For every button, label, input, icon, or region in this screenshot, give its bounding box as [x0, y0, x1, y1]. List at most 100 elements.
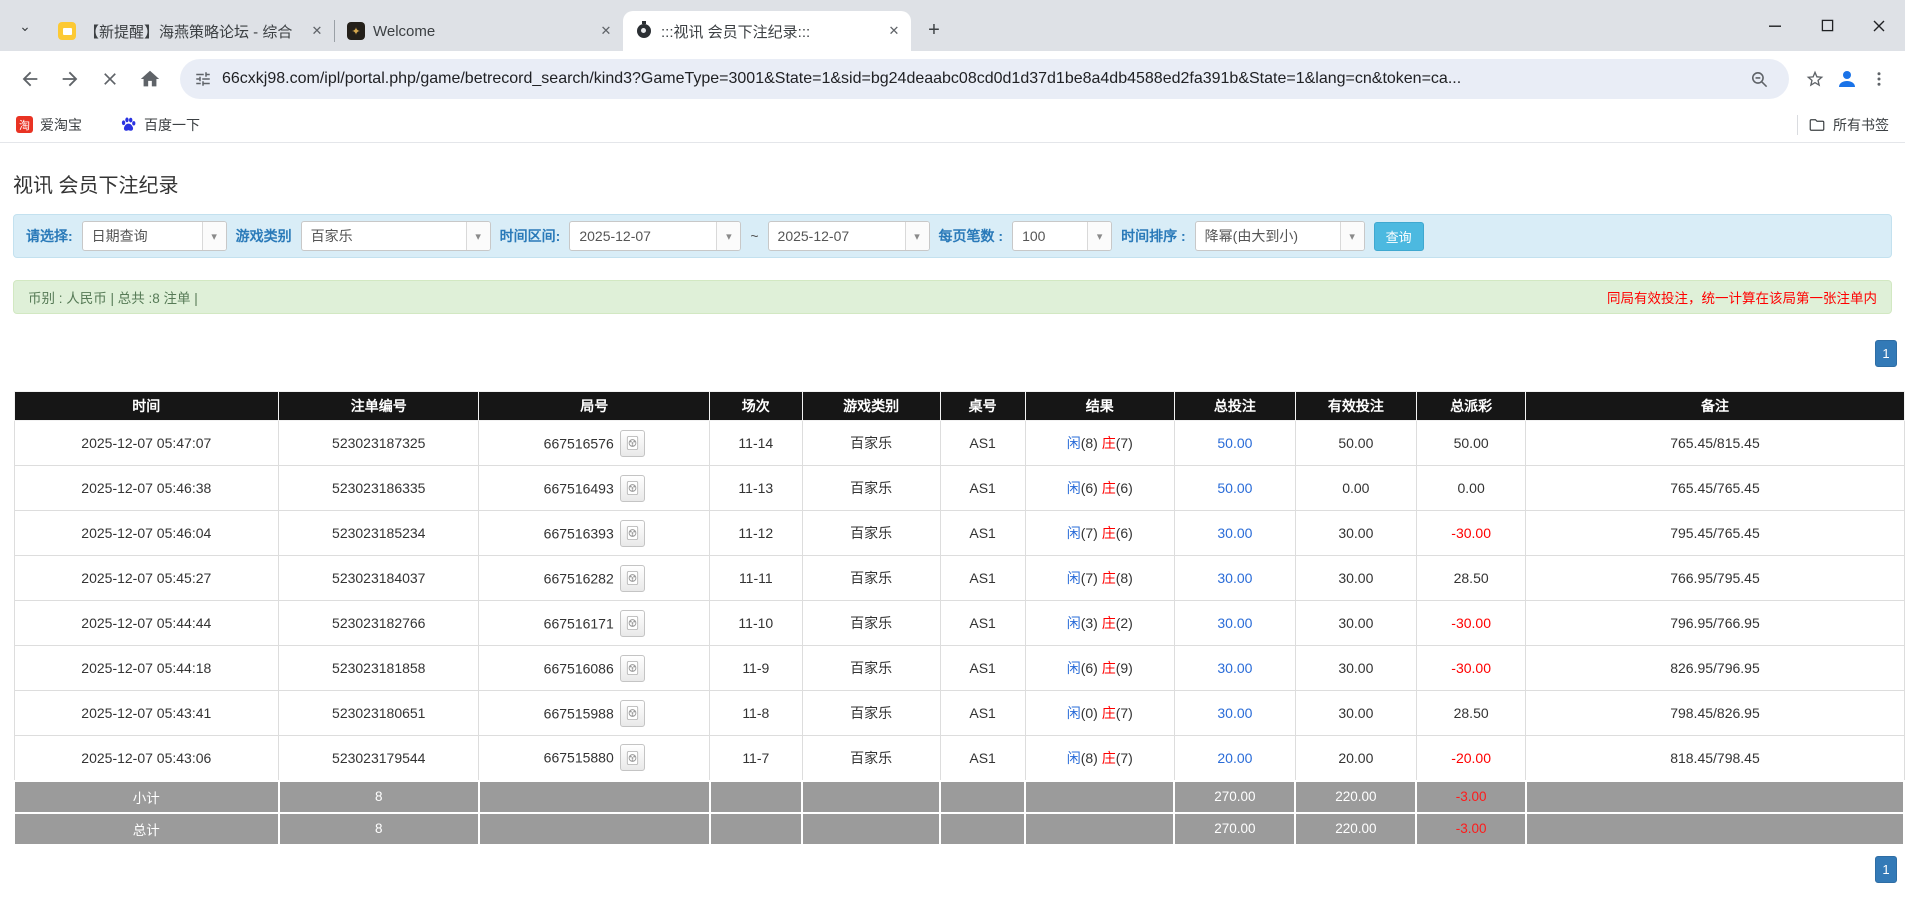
- filter-bar: 请选择: 日期查询 ▾ 游戏类别 百家乐 ▾ 时间区间: 2025-12-07 …: [13, 214, 1892, 258]
- bet-number-cell: 523023179544: [279, 736, 479, 781]
- bet-number-cell: 523023182766: [279, 601, 479, 646]
- table-header-row: 时间注单编号局号场次游戏类别桌号结果总投注有效投注总派彩备注: [14, 392, 1904, 421]
- maximize-button[interactable]: [1801, 0, 1853, 51]
- video-replay-button[interactable]: [620, 610, 645, 637]
- home-button[interactable]: [130, 59, 170, 99]
- bookmark-taobao[interactable]: 淘 爱淘宝: [16, 115, 82, 135]
- empty-cell: [940, 813, 1025, 845]
- session-cell: 11-12: [710, 511, 803, 556]
- forward-button[interactable]: [50, 59, 90, 99]
- result-cell: 闲(7) 庄(6): [1025, 511, 1174, 556]
- video-replay-button[interactable]: [620, 475, 645, 502]
- total-bet-link[interactable]: 30.00: [1217, 660, 1252, 676]
- banker-result: 庄: [1102, 435, 1116, 451]
- bookmark-baidu[interactable]: 百度一下: [120, 115, 200, 135]
- total-bet-cell: 50.00: [1174, 421, 1295, 466]
- bet-record-row: 2025-12-07 05:46:38523023186335667516493…: [14, 466, 1904, 511]
- all-bookmarks-button[interactable]: 所有书签: [1808, 115, 1889, 135]
- browser-menu-dots-icon[interactable]: [1863, 63, 1895, 95]
- stop-loading-button[interactable]: [90, 59, 130, 99]
- total-bet-link[interactable]: 30.00: [1217, 525, 1252, 541]
- currency-summary-text: 币别 : 人民币 | 总共 :8 注单 |: [28, 287, 198, 307]
- tab-welcome[interactable]: ✦ Welcome ✕: [335, 11, 623, 51]
- game-type-select[interactable]: 百家乐 ▾: [301, 221, 491, 251]
- valid-bet-cell: 30.00: [1295, 556, 1416, 601]
- page-size-value: 100: [1013, 222, 1087, 250]
- table-number-cell: AS1: [940, 421, 1025, 466]
- bet-time-cell: 2025-12-07 05:44:44: [14, 601, 279, 646]
- page-1-button[interactable]: 1: [1875, 856, 1897, 883]
- tab-forum[interactable]: 【新提醒】海燕策略论坛 - 综合 ✕: [46, 11, 334, 51]
- note-cell: 798.45/826.95: [1526, 691, 1904, 736]
- empty-cell: [479, 813, 710, 845]
- bookmark-label: 爱淘宝: [40, 115, 82, 135]
- valid-bet-cell: 20.00: [1295, 736, 1416, 781]
- tab-search-chevron-icon[interactable]: ⌄: [8, 9, 42, 43]
- page-1-button[interactable]: 1: [1875, 340, 1897, 367]
- tab-close-icon[interactable]: ✕: [308, 22, 326, 40]
- column-header: 局号: [479, 392, 710, 421]
- video-replay-button[interactable]: [620, 744, 645, 771]
- total-bet-link[interactable]: 20.00: [1217, 750, 1252, 766]
- profile-avatar[interactable]: [1831, 63, 1863, 95]
- tab-close-icon[interactable]: ✕: [597, 22, 615, 40]
- bet-record-row: 2025-12-07 05:43:06523023179544667515880…: [14, 736, 1904, 781]
- empty-cell: [710, 781, 803, 813]
- new-tab-button[interactable]: +: [919, 15, 949, 45]
- date-from-select[interactable]: 2025-12-07 ▾: [569, 221, 741, 251]
- total-bet-link[interactable]: 30.00: [1217, 615, 1252, 631]
- player-result: 闲: [1067, 615, 1081, 631]
- game-type-cell: 百家乐: [802, 421, 940, 466]
- note-cell: 795.45/765.45: [1526, 511, 1904, 556]
- tab-close-icon[interactable]: ✕: [885, 22, 903, 40]
- close-window-button[interactable]: [1853, 0, 1905, 51]
- welcome-favicon-icon: ✦: [347, 22, 365, 40]
- table-body: 2025-12-07 05:47:07523023187325667516576…: [14, 421, 1904, 781]
- round-number-cell: 667516493: [479, 466, 710, 511]
- result-cell: 闲(8) 庄(7): [1025, 421, 1174, 466]
- minimize-button[interactable]: [1749, 0, 1801, 51]
- bet-time-cell: 2025-12-07 05:46:04: [14, 511, 279, 556]
- result-cell: 闲(7) 庄(8): [1025, 556, 1174, 601]
- total-bet-link[interactable]: 50.00: [1217, 435, 1252, 451]
- video-replay-button[interactable]: [620, 520, 645, 547]
- total-label: 总计: [14, 813, 279, 845]
- date-to-select[interactable]: 2025-12-07 ▾: [768, 221, 930, 251]
- tab-bet-record-active[interactable]: :::视讯 会员下注纪录::: ✕: [623, 11, 911, 51]
- site-info-tune-icon[interactable]: [194, 70, 212, 88]
- table-number-cell: AS1: [940, 511, 1025, 556]
- column-header: 总派彩: [1416, 392, 1526, 421]
- back-button[interactable]: [10, 59, 50, 99]
- pagination-bottom: 1: [0, 856, 1897, 883]
- query-type-select[interactable]: 日期查询 ▾: [82, 221, 227, 251]
- game-type-cell: 百家乐: [802, 691, 940, 736]
- date-from-value: 2025-12-07: [570, 222, 716, 250]
- game-type-cell: 百家乐: [802, 466, 940, 511]
- total-bet-link[interactable]: 30.00: [1217, 570, 1252, 586]
- total-bet-cell: 50.00: [1174, 466, 1295, 511]
- sort-order-select[interactable]: 降幂(由大到小) ▾: [1195, 221, 1365, 251]
- column-header: 备注: [1526, 392, 1904, 421]
- total-bet-link[interactable]: 50.00: [1217, 480, 1252, 496]
- total-total-bet: 270.00: [1174, 813, 1295, 845]
- video-replay-button[interactable]: [620, 655, 645, 682]
- result-cell: 闲(6) 庄(6): [1025, 466, 1174, 511]
- page-size-select[interactable]: 100 ▾: [1012, 221, 1112, 251]
- window-controls: [1749, 0, 1905, 51]
- address-bar[interactable]: 66cxkj98.com/ipl/portal.php/game/betreco…: [180, 59, 1789, 99]
- search-button[interactable]: 查询: [1374, 222, 1424, 251]
- session-cell: 11-7: [710, 736, 803, 781]
- summary-bar: 币别 : 人民币 | 总共 :8 注单 | 同局有效投注，统一计算在该局第一张注…: [13, 280, 1892, 314]
- bet-time-cell: 2025-12-07 05:45:27: [14, 556, 279, 601]
- browser-toolbar: 66cxkj98.com/ipl/portal.php/game/betreco…: [0, 51, 1905, 107]
- url-text[interactable]: 66cxkj98.com/ipl/portal.php/game/betreco…: [222, 70, 1733, 88]
- bet-record-row: 2025-12-07 05:43:41523023180651667515988…: [14, 691, 1904, 736]
- column-header: 结果: [1025, 392, 1174, 421]
- empty-cell: [802, 781, 940, 813]
- total-bet-link[interactable]: 30.00: [1217, 705, 1252, 721]
- zoom-out-icon[interactable]: [1743, 63, 1775, 95]
- bookmark-star-icon[interactable]: [1799, 63, 1831, 95]
- video-replay-button[interactable]: [620, 430, 645, 457]
- video-replay-button[interactable]: [620, 700, 645, 727]
- video-replay-button[interactable]: [620, 565, 645, 592]
